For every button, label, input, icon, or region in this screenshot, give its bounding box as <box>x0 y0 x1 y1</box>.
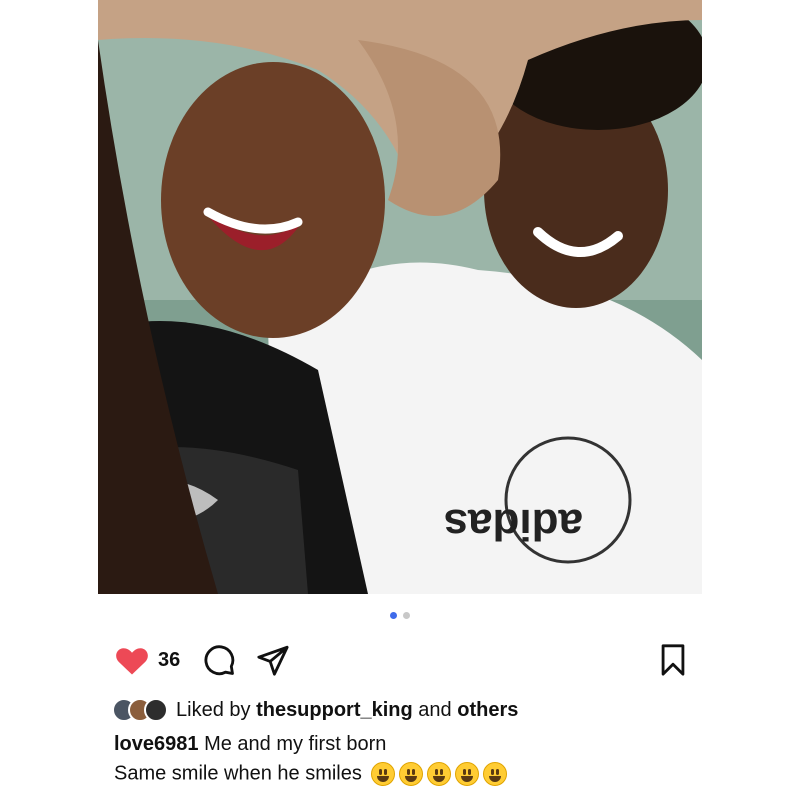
carousel-indicator <box>0 612 800 624</box>
liked-by-join: and <box>418 698 452 721</box>
carousel-dot[interactable] <box>403 612 410 619</box>
liked-by-prefix: Liked by <box>176 698 251 721</box>
caption: love6981 Me and my first born <box>114 733 386 756</box>
svg-text:adidas: adidas <box>444 500 583 549</box>
carousel-dot-active <box>390 612 397 619</box>
comment-icon[interactable] <box>202 643 236 677</box>
caption-second-line: Same smile when he smiles <box>114 762 508 786</box>
photo-illustration: adidas <box>98 0 702 594</box>
avatar <box>144 698 168 722</box>
heart-filled-icon[interactable] <box>114 644 150 676</box>
grinning-face-emoji <box>399 762 424 786</box>
grinning-face-emoji <box>455 762 480 786</box>
post-photo[interactable]: adidas <box>98 0 702 594</box>
liker-avatars <box>112 698 168 722</box>
liked-by-row[interactable]: Liked by thesupport_king and others <box>112 698 518 722</box>
post-action-bar: 36 <box>114 642 688 678</box>
send-icon[interactable] <box>256 643 290 677</box>
emoji-group <box>371 762 508 786</box>
caption-text-line1: Me and my first born <box>204 733 387 755</box>
grinning-face-emoji <box>427 762 452 786</box>
like-count[interactable]: 36 <box>158 649 180 672</box>
caption-text-line2: Same smile when he smiles <box>114 762 362 785</box>
bookmark-icon[interactable] <box>658 643 688 677</box>
laughing-face-emoji <box>483 762 508 786</box>
caption-username[interactable]: love6981 <box>114 733 199 755</box>
liked-by-others[interactable]: others <box>457 699 518 722</box>
liked-by-username[interactable]: thesupport_king <box>256 699 413 722</box>
grinning-face-emoji <box>371 762 396 786</box>
